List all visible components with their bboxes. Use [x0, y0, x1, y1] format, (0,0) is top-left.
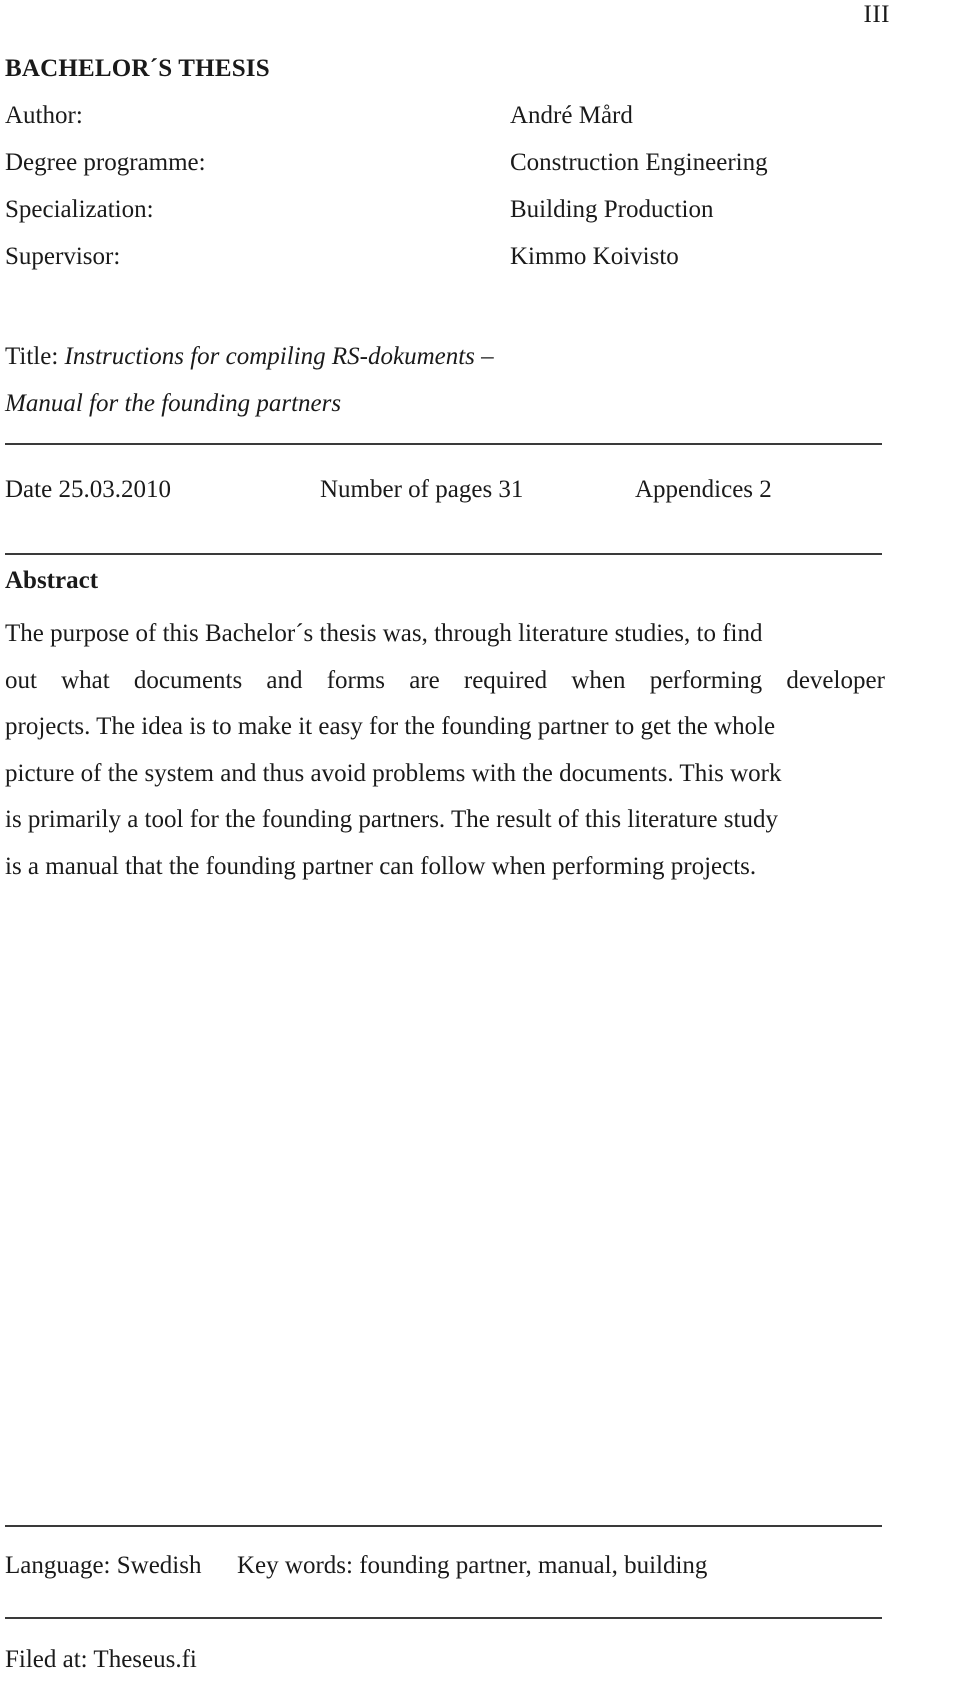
thesis-title-line-2: Manual for the founding partners — [5, 390, 342, 417]
publication-date: Date 25.03.2010 — [5, 476, 171, 503]
abstract-line: out what documents and forms are required when p… — [5, 666, 885, 694]
filed-at-value: Filed at: Theseus.fi — [5, 1646, 197, 1673]
thesis-title-line-1: Title: Instructions for compiling RS-dok… — [5, 333, 885, 380]
divider-above-footer — [5, 1525, 882, 1527]
degree-programme-label: Degree programme: — [5, 149, 206, 176]
abstract-line: projects. The idea is to make it easy fo… — [5, 713, 776, 740]
publication-page-count: Number of pages 31 — [320, 476, 524, 503]
document-heading: BACHELOR´S THESIS — [5, 55, 270, 82]
metadata-row-degree-programme: Degree programme: Construction Engineeri… — [5, 148, 885, 195]
metadata-row-author: Author: André Mård — [5, 101, 885, 148]
supervisor-label: Supervisor: — [5, 243, 121, 270]
abstract-line: is a manual that the founding partner ca… — [5, 852, 757, 880]
title-prefix-label: Title: — [5, 343, 59, 370]
keywords-value: Key words: founding partner, manual, bui… — [237, 1552, 708, 1579]
metadata-row-supervisor: Supervisor: Kimmo Koivisto — [5, 242, 885, 289]
divider-above-publication-row — [5, 443, 882, 445]
divider-above-abstract — [5, 553, 882, 555]
abstract-line: is primarily a tool for the founding par… — [5, 806, 778, 833]
page-number: III — [863, 1, 890, 28]
supervisor-value: Kimmo Koivisto — [510, 243, 679, 270]
thesis-title-block: Title: Instructions for compiling RS-dok… — [5, 333, 885, 427]
publication-appendices-count: Appendices 2 — [635, 476, 772, 503]
author-value: André Mård — [510, 102, 633, 129]
language-value: Language: Swedish — [5, 1552, 202, 1579]
thesis-title-main: Instructions for compiling RS-dokuments … — [64, 343, 494, 370]
author-label: Author: — [5, 102, 83, 129]
metadata-row-specialization: Specialization: Building Production — [5, 195, 885, 242]
abstract-body: The purpose of this Bachelor´s thesis wa… — [5, 611, 885, 890]
abstract-page: III BACHELOR´S THESIS Author: André Mård… — [0, 0, 960, 1683]
divider-below-footer — [5, 1617, 882, 1619]
abstract-heading: Abstract — [5, 567, 99, 594]
abstract-line: The purpose of this Bachelor´s thesis wa… — [5, 620, 763, 647]
thesis-metadata-list: Author: André Mård Degree programme: Con… — [5, 101, 885, 289]
specialization-value: Building Production — [510, 196, 714, 223]
degree-programme-value: Construction Engineering — [510, 149, 768, 176]
abstract-line: picture of the system and thus avoid pro… — [5, 759, 782, 787]
specialization-label: Specialization: — [5, 196, 154, 223]
